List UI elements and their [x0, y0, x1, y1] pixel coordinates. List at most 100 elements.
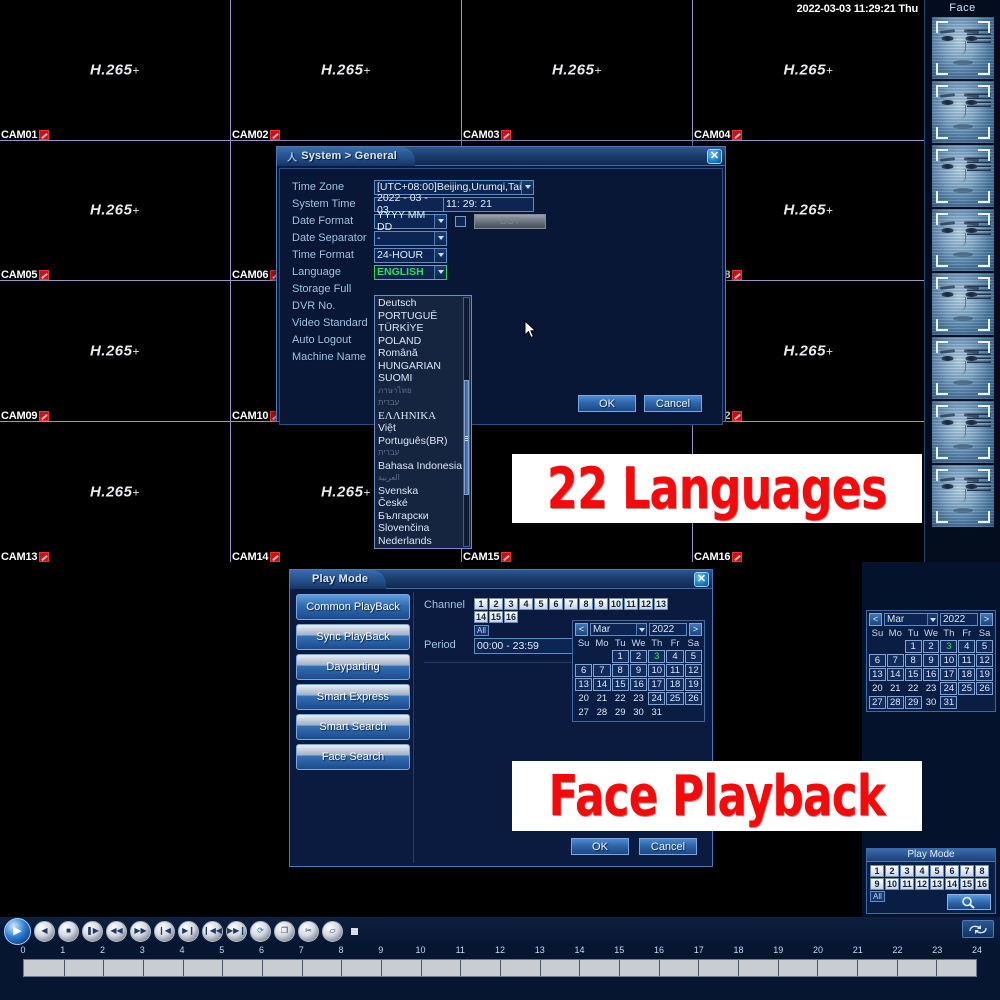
- calendar-day[interactable]: 14: [593, 678, 611, 691]
- calendar-day[interactable]: 16: [629, 678, 648, 691]
- channel-button[interactable]: 3: [504, 598, 518, 610]
- face-thumbnail[interactable]: [931, 273, 994, 335]
- close-icon[interactable]: ✕: [694, 572, 709, 587]
- calendar-day[interactable]: 10: [940, 654, 958, 667]
- year-field[interactable]: 2022: [940, 613, 978, 626]
- time-format-select[interactable]: 24-HOUR: [374, 247, 447, 263]
- playmode-tab[interactable]: Common PlayBack: [296, 594, 410, 620]
- calendar-day[interactable]: 17: [940, 668, 958, 681]
- calendar-day[interactable]: 1: [904, 640, 922, 653]
- calendar-day[interactable]: 18: [666, 678, 684, 691]
- next-month-button[interactable]: >: [689, 623, 702, 636]
- panel-channel-button[interactable]: 10: [885, 878, 899, 890]
- panel-channel-button[interactable]: 12: [915, 878, 929, 890]
- period-field[interactable]: 00:00 - 23:59: [474, 638, 579, 654]
- language-option[interactable]: Svenska: [378, 485, 471, 498]
- calendar-day[interactable]: 8: [904, 654, 922, 667]
- calendar-day[interactable]: 27: [575, 706, 592, 719]
- calendar-day[interactable]: 18: [958, 668, 976, 681]
- calendar-day[interactable]: 9: [922, 654, 940, 667]
- calendar-day[interactable]: 29: [612, 706, 629, 719]
- calendar-day[interactable]: 30: [923, 696, 940, 709]
- month-select[interactable]: Mar: [590, 623, 647, 636]
- channel-button[interactable]: 7: [564, 598, 578, 610]
- reverse-play-button[interactable]: ◀: [34, 920, 55, 942]
- face-thumbnail[interactable]: [931, 209, 994, 271]
- calendar-day[interactable]: 10: [648, 664, 666, 677]
- prev-file-button[interactable]: ❙◀◀: [202, 920, 223, 942]
- face-thumbnail[interactable]: [931, 17, 994, 79]
- channel-button[interactable]: 6: [549, 598, 563, 610]
- camera-cell[interactable]: H.265+CAM12: [693, 281, 924, 422]
- camera-cell[interactable]: H.265+CAM08: [693, 140, 924, 281]
- face-thumbnail[interactable]: [931, 337, 994, 399]
- calendar-day[interactable]: 24: [940, 682, 958, 695]
- calendar-day[interactable]: 23: [923, 682, 940, 695]
- language-option[interactable]: SUOMI: [378, 372, 471, 385]
- calendar-day[interactable]: 22: [905, 682, 922, 695]
- calendar-day[interactable]: 31: [940, 696, 958, 709]
- camera-cell[interactable]: H.265+ CAM01: [0, 0, 231, 141]
- channel-button[interactable]: 14: [474, 611, 488, 623]
- language-option[interactable]: Română: [378, 347, 471, 360]
- calendar-day[interactable]: 21: [593, 692, 610, 705]
- language-dropdown-list[interactable]: Deutsch PORTUGUĒ TÜRKİYE POLAND Română HUNGAR…: [374, 295, 472, 549]
- play-button[interactable]: ▶: [4, 917, 31, 945]
- calendar-day[interactable]: 25: [958, 682, 976, 695]
- calendar-day[interactable]: 11: [666, 664, 684, 677]
- next-month-button[interactable]: >: [980, 613, 993, 626]
- playmode-tab[interactable]: Smart Search: [296, 714, 410, 740]
- playmode-tab[interactable]: Sync PlayBack: [296, 624, 410, 650]
- calendar-day[interactable]: 3: [648, 650, 666, 663]
- language-option[interactable]: TÜRKİYE: [378, 322, 471, 335]
- calendar-day[interactable]: 8: [611, 664, 629, 677]
- cancel-button[interactable]: Cancel: [644, 395, 702, 412]
- next-frame-button[interactable]: ▶❙: [178, 920, 199, 942]
- step-frame-button[interactable]: ❚▶: [82, 920, 103, 942]
- language-option[interactable]: PORTUGUĒ: [378, 310, 471, 323]
- playmode-calendar[interactable]: < Mar 2022 > Su Mo Tu We Th Fr Sa 1 2 3 4 5 6 7 8 9 10 11 12 13…: [572, 620, 705, 722]
- calendar-day[interactable]: 29: [904, 696, 922, 709]
- prev-month-button[interactable]: <: [869, 613, 882, 626]
- calendar-day[interactable]: 14: [886, 668, 904, 681]
- calendar-day[interactable]: 3: [940, 640, 958, 653]
- calendar-day[interactable]: 4: [666, 650, 684, 663]
- channel-button[interactable]: 8: [579, 598, 593, 610]
- language-option[interactable]: POLAND: [378, 335, 471, 348]
- calendar-day[interactable]: 26: [684, 692, 702, 705]
- calendar-day[interactable]: 5: [684, 650, 702, 663]
- camera-cell[interactable]: H.265+ CAM13: [0, 421, 231, 562]
- calendar-day[interactable]: 21: [887, 682, 904, 695]
- calendar-day[interactable]: 13: [869, 668, 886, 681]
- calendar-day[interactable]: 16: [922, 668, 940, 681]
- playmode-tab[interactable]: Smart Express: [296, 684, 410, 710]
- system-clock-field[interactable]: 11: 29: 21: [444, 196, 534, 212]
- panel-channel-button[interactable]: 3: [900, 865, 914, 877]
- next-file-button[interactable]: ▶▶❙: [226, 920, 247, 942]
- prev-frame-button[interactable]: ❙◀: [154, 920, 175, 942]
- date-format-select[interactable]: YYYY MM DD: [374, 209, 447, 233]
- language-option[interactable]: ΕΛΛΗΝΙΚΑ: [378, 410, 471, 423]
- timeline-bar[interactable]: [23, 959, 977, 977]
- fullscreen-button[interactable]: ❐: [274, 920, 295, 942]
- channel-button[interactable]: 2: [489, 598, 503, 610]
- camera-cell[interactable]: H.265+ CAM09: [0, 281, 231, 422]
- calendar-day[interactable]: 17: [648, 678, 666, 691]
- panel-channel-button[interactable]: 2: [885, 865, 899, 877]
- language-option[interactable]: Bahasa Indonesia: [378, 460, 471, 473]
- calendar-day[interactable]: 15: [904, 668, 922, 681]
- face-thumbnail[interactable]: [931, 145, 994, 207]
- search-icon[interactable]: [947, 894, 991, 910]
- loop-button[interactable]: ⟳: [250, 920, 271, 942]
- panel-channel-button[interactable]: 16: [975, 878, 989, 890]
- calendar-day[interactable]: 23: [630, 692, 647, 705]
- camera-cell[interactable]: H.265+ CAM03: [462, 0, 693, 141]
- calendar-day[interactable]: 4: [958, 640, 976, 653]
- fast-forward-button[interactable]: ▶▶: [130, 920, 151, 942]
- panel-channel-button[interactable]: 15: [960, 878, 974, 890]
- panel-channel-button[interactable]: 7: [960, 865, 974, 877]
- channel-button[interactable]: 10: [609, 598, 623, 610]
- channel-button[interactable]: 15: [489, 611, 503, 623]
- calendar-day[interactable]: 2: [629, 650, 648, 663]
- panel-channel-button[interactable]: 4: [915, 865, 929, 877]
